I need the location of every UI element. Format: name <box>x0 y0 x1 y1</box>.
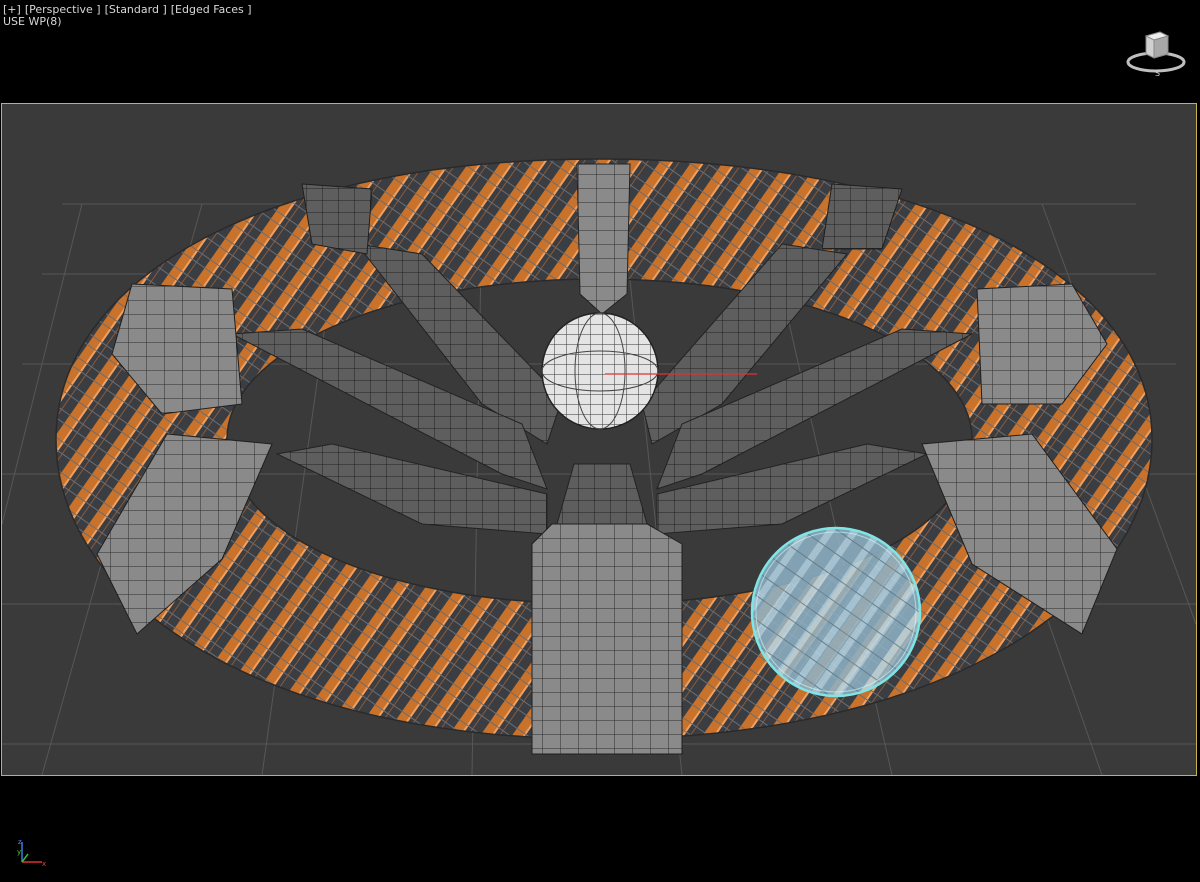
axis-tripod: z y x <box>14 836 54 868</box>
spoke-top[interactable] <box>576 163 631 315</box>
clamp-top-left[interactable] <box>301 183 373 255</box>
scene-canvas[interactable] <box>2 104 1196 775</box>
axis-y-label: y <box>17 848 21 856</box>
viewport-display-label[interactable]: [Edged Faces ] <box>171 3 252 16</box>
viewport-shading-label[interactable]: [Standard ] <box>105 3 167 16</box>
clamp-front[interactable] <box>531 523 683 755</box>
axis-x-label: x <box>42 860 46 868</box>
axis-z-label: z <box>18 838 22 846</box>
axis-tripod-icon: z y x <box>17 838 46 868</box>
viewcube[interactable]: S <box>1124 22 1188 78</box>
viewcube-compass-south: S <box>1155 69 1160 78</box>
perspective-viewport[interactable] <box>1 103 1197 776</box>
paint-brush-cursor[interactable] <box>750 526 922 698</box>
spoke-bottom[interactable] <box>556 463 648 525</box>
viewport-stats-label: USE WP(8) <box>3 15 62 28</box>
viewcube-icon[interactable]: S <box>1124 22 1188 78</box>
